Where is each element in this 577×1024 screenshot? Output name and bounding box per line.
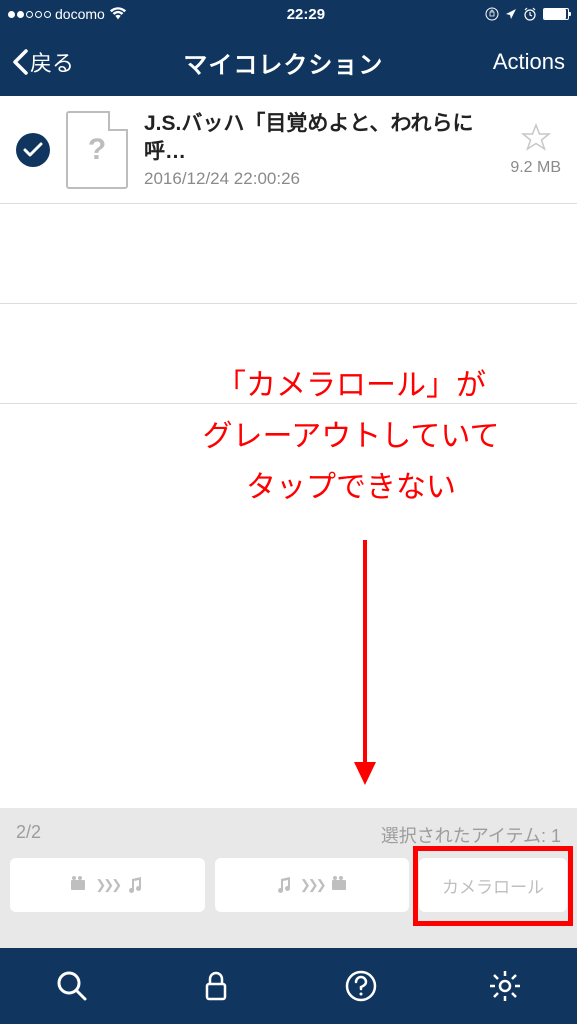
search-icon[interactable] <box>55 969 89 1003</box>
tab-bar <box>0 948 577 1024</box>
back-label: 戻る <box>30 46 74 78</box>
annotation-arrow <box>350 540 380 790</box>
annotation-line2: グレーアウトしていて <box>145 411 557 462</box>
video-to-music-button[interactable]: ❯❯❯ <box>10 858 205 912</box>
video-icon <box>330 876 350 894</box>
list-item-right: 9.2 MB <box>510 123 561 177</box>
annotation-highlight-box <box>413 846 573 926</box>
music-icon <box>274 876 294 894</box>
signal-dots <box>8 11 51 18</box>
alarm-icon <box>523 7 537 21</box>
annotation-text: 「カメラロール」が グレーアウトしていて タップできない <box>145 360 557 513</box>
bottom-toolbar: 2/2 選択されたアイテム: 1 ❯❯❯ ❯❯❯ カメラロール <box>0 808 577 948</box>
selected-count: 選択されたアイテム: 1 <box>381 822 561 848</box>
camera-roll-button: カメラロール <box>419 858 567 912</box>
music-icon <box>125 876 145 894</box>
status-time: 22:29 <box>287 6 325 23</box>
back-button[interactable]: 戻る <box>12 46 74 78</box>
video-icon <box>69 876 89 894</box>
location-icon <box>505 8 517 20</box>
chevron-icon: ❯❯❯ <box>300 877 324 893</box>
checkbox-checked-icon[interactable] <box>16 133 50 167</box>
file-date: 2016/12/24 22:00:26 <box>144 169 494 189</box>
file-size: 9.2 MB <box>510 159 561 177</box>
battery-icon <box>543 8 569 20</box>
file-title: J.S.バッハ「目覚めよと、われらに呼… <box>144 110 494 167</box>
status-bar: docomo 22:29 <box>0 0 577 28</box>
nav-bar: 戻る マイコレクション Actions <box>0 28 577 96</box>
gear-icon[interactable] <box>488 969 522 1003</box>
lock-icon[interactable] <box>199 969 233 1003</box>
empty-row <box>0 204 577 304</box>
status-left: docomo <box>8 6 127 22</box>
list-item[interactable]: ? J.S.バッハ「目覚めよと、われらに呼… 2016/12/24 22:00:… <box>0 96 577 204</box>
chevron-icon: ❯❯❯ <box>95 877 119 893</box>
status-right <box>485 7 569 21</box>
unknown-file-icon: ? <box>66 111 128 189</box>
music-to-video-button[interactable]: ❯❯❯ <box>215 858 410 912</box>
page-title: マイコレクション <box>183 45 383 80</box>
file-list: ? J.S.バッハ「目覚めよと、われらに呼… 2016/12/24 22:00:… <box>0 96 577 404</box>
annotation-line3: タップできない <box>145 462 557 513</box>
help-icon[interactable] <box>344 969 378 1003</box>
annotation-line1: 「カメラロール」が <box>145 360 557 411</box>
wifi-icon <box>109 7 127 21</box>
item-count: 2/2 <box>16 822 41 848</box>
carrier-label: docomo <box>55 6 105 22</box>
star-icon[interactable] <box>521 123 551 153</box>
list-item-text: J.S.バッハ「目覚めよと、われらに呼… 2016/12/24 22:00:26 <box>144 110 494 190</box>
orientation-lock-icon <box>485 7 499 21</box>
actions-button[interactable]: Actions <box>493 49 565 75</box>
chevron-left-icon <box>12 49 28 75</box>
